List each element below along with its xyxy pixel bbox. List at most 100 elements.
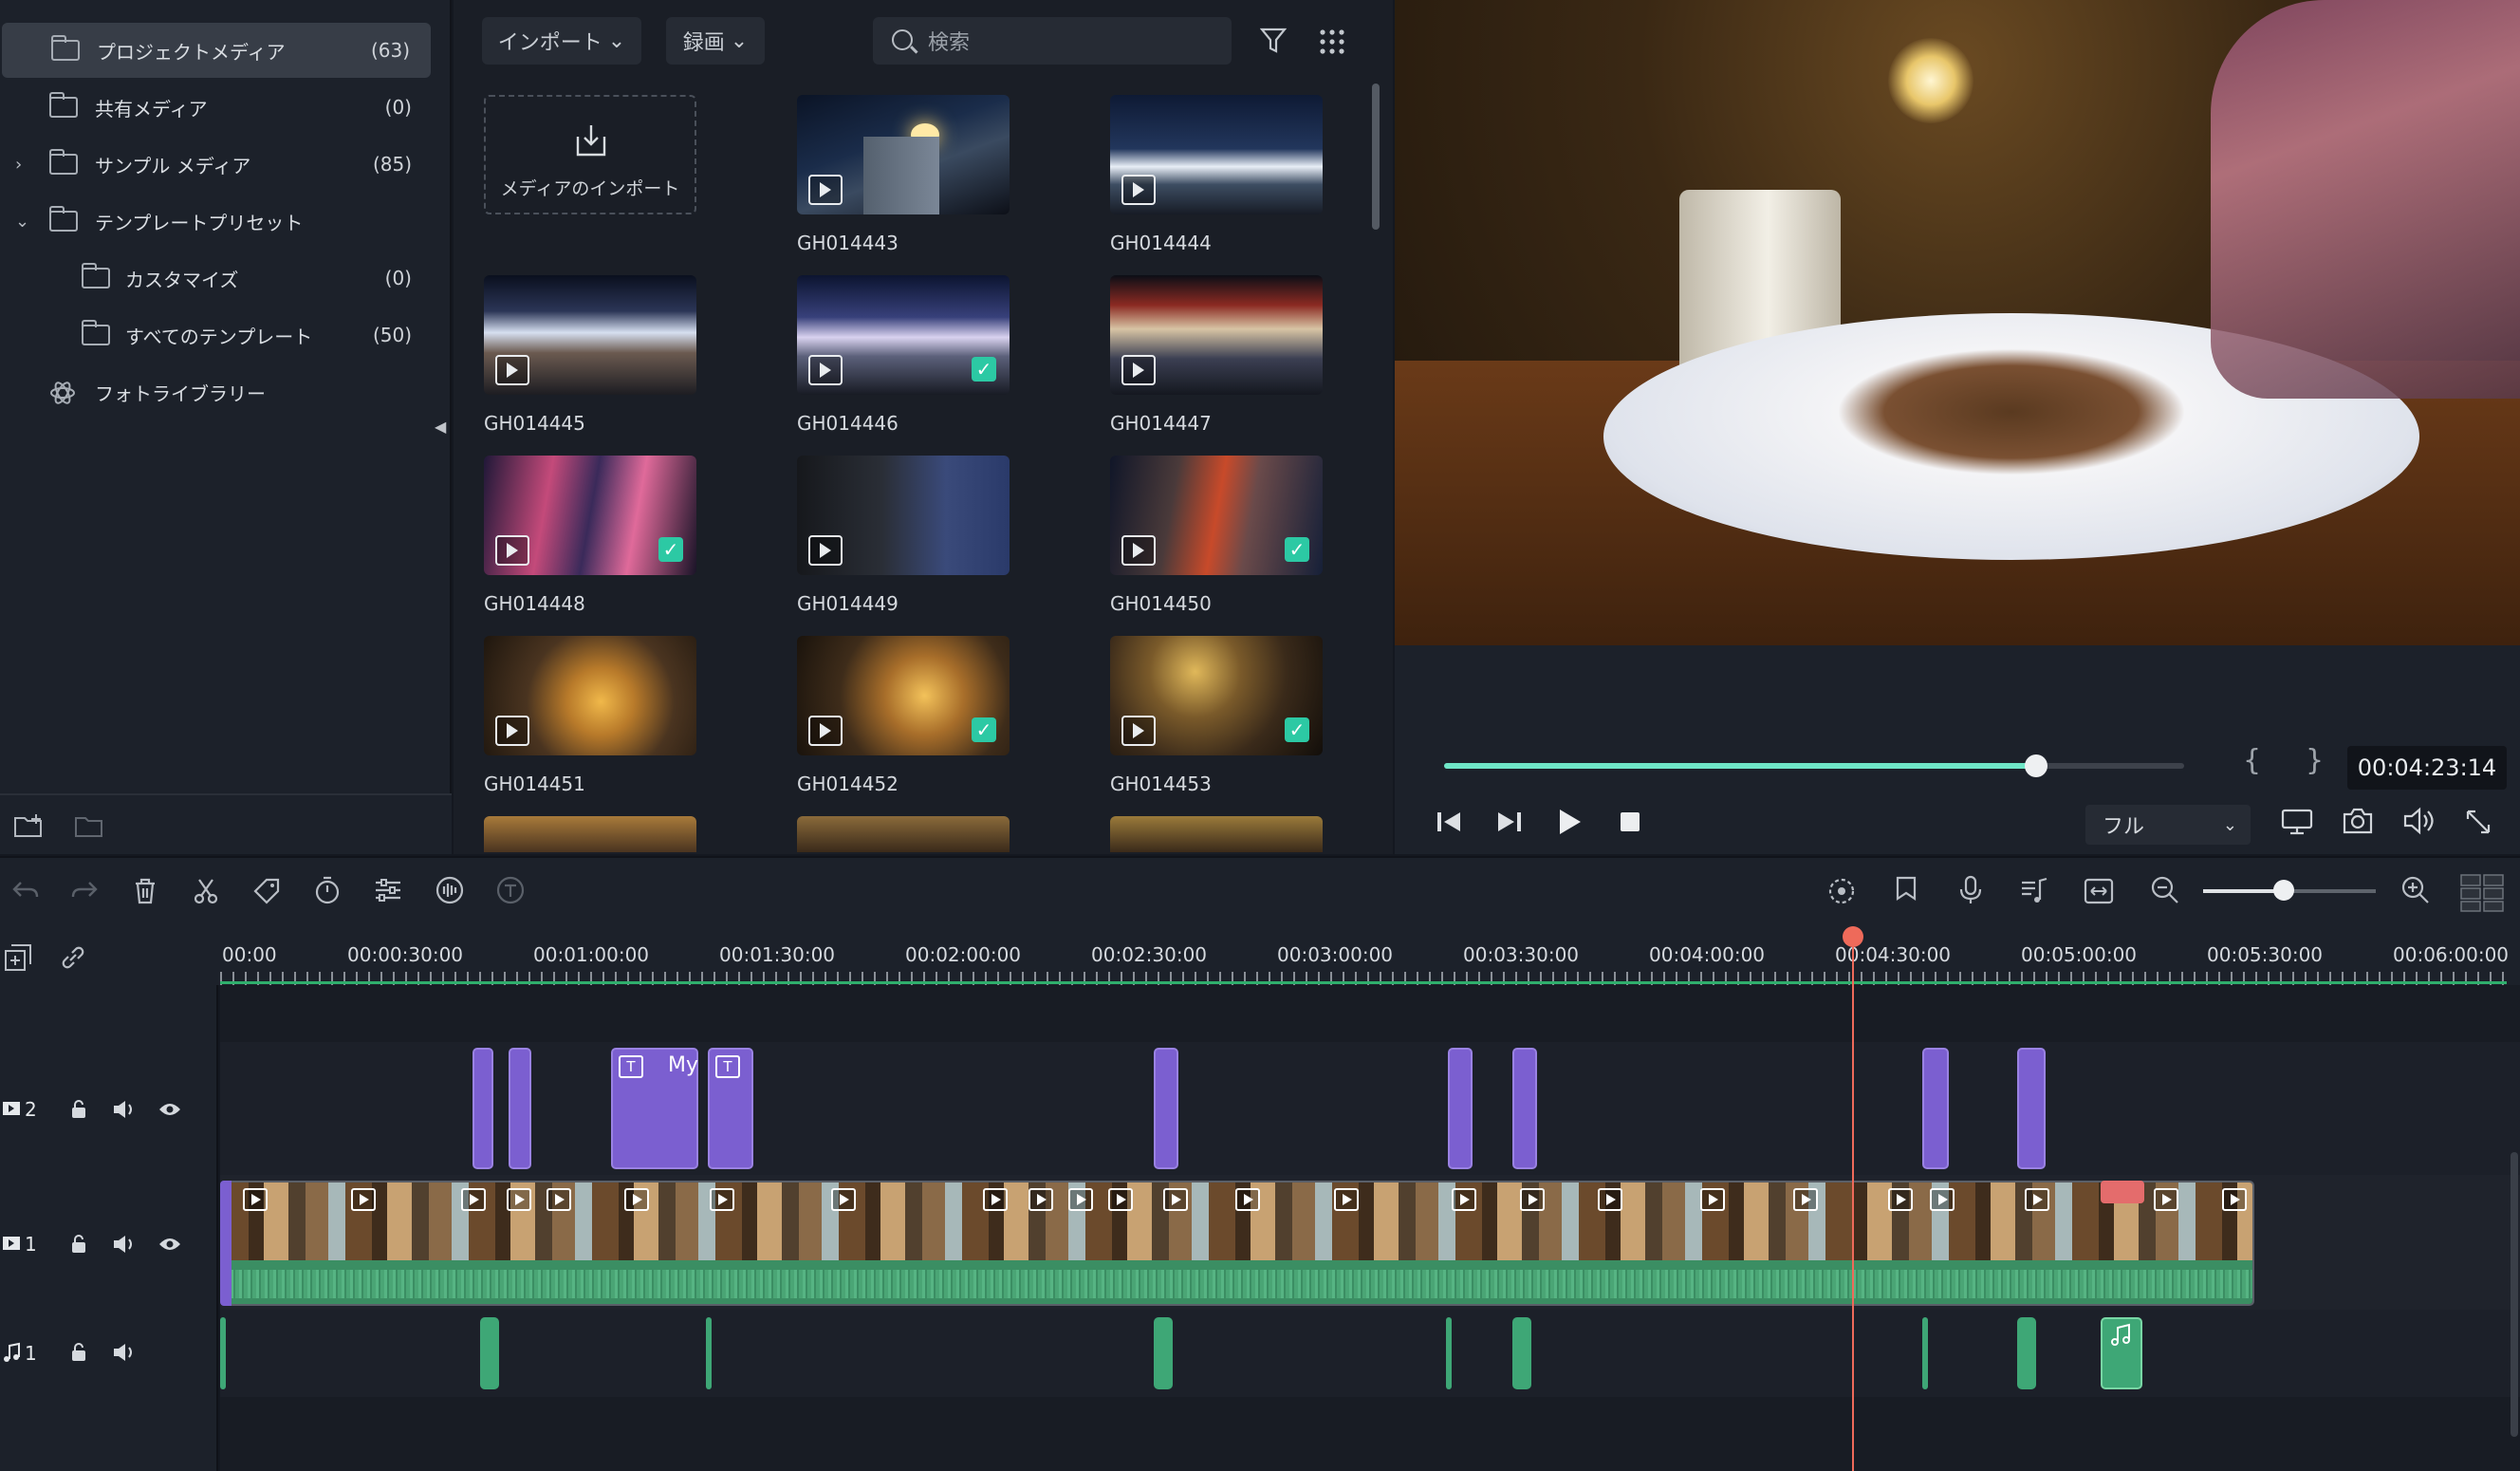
fit-timeline-icon[interactable] bbox=[2084, 877, 2114, 905]
media-tile[interactable]: ✓ bbox=[1110, 456, 1323, 575]
media-tile[interactable]: ✓ bbox=[797, 275, 1010, 395]
zoom-slider-handle[interactable] bbox=[2273, 880, 2294, 901]
media-tile[interactable]: ✓ bbox=[1110, 636, 1323, 755]
tag-icon[interactable] bbox=[252, 877, 281, 905]
import-dropdown[interactable]: インポート ⌄ bbox=[482, 17, 641, 65]
audio-clip[interactable] bbox=[1154, 1317, 1173, 1389]
mark-out-button[interactable]: } bbox=[2306, 744, 2324, 777]
speed-timer-icon[interactable] bbox=[313, 875, 342, 905]
speaker-icon[interactable] bbox=[112, 1234, 137, 1255]
speaker-icon[interactable] bbox=[112, 1342, 137, 1363]
lock-icon[interactable] bbox=[70, 1342, 87, 1363]
tree-item-sample-media[interactable]: › サンプル メディア (85) bbox=[0, 137, 433, 192]
new-folder-icon[interactable] bbox=[13, 812, 46, 839]
grid-view-icon[interactable] bbox=[1319, 28, 1345, 55]
volume-icon[interactable] bbox=[2402, 807, 2435, 835]
media-tile[interactable]: ✓ bbox=[484, 456, 696, 575]
collapse-panel-icon[interactable]: ◀ bbox=[435, 418, 446, 436]
undo-icon[interactable] bbox=[11, 879, 40, 903]
zoom-in-icon[interactable] bbox=[2400, 875, 2431, 905]
media-tile[interactable] bbox=[1110, 275, 1323, 395]
audio-clip[interactable] bbox=[1512, 1317, 1531, 1389]
tree-item-count: (0) bbox=[384, 96, 412, 119]
search-input[interactable]: 検索 bbox=[873, 17, 1232, 65]
adjust-sliders-icon[interactable] bbox=[374, 877, 402, 903]
eye-icon[interactable] bbox=[158, 1101, 182, 1118]
step-forward-icon[interactable] bbox=[1493, 809, 1524, 835]
layout-grid-icon[interactable] bbox=[2459, 873, 2505, 913]
audio-clip[interactable] bbox=[706, 1317, 712, 1389]
preview-viewer[interactable] bbox=[1395, 0, 2520, 645]
media-tile[interactable] bbox=[797, 456, 1010, 575]
audio-clip[interactable] bbox=[220, 1317, 226, 1389]
snapshot-camera-icon[interactable] bbox=[2342, 807, 2374, 835]
split-scissors-icon[interactable] bbox=[192, 877, 220, 905]
play-icon[interactable] bbox=[1556, 807, 1583, 837]
title-clip[interactable] bbox=[1448, 1048, 1473, 1169]
step-back-icon[interactable] bbox=[1435, 809, 1465, 835]
folder-outline-icon[interactable] bbox=[74, 812, 106, 839]
stop-icon[interactable] bbox=[1619, 810, 1641, 833]
playhead-handle[interactable] bbox=[1843, 926, 1863, 947]
import-media-tile[interactable]: メディアのインポート bbox=[484, 95, 696, 214]
audio-clip[interactable] bbox=[1922, 1317, 1928, 1389]
title-clip[interactable] bbox=[1922, 1048, 1949, 1169]
audio-clip[interactable] bbox=[2017, 1317, 2036, 1389]
audio-mix-icon[interactable] bbox=[2019, 875, 2049, 905]
mark-in-button[interactable]: { bbox=[2243, 744, 2261, 777]
title-clip[interactable] bbox=[2017, 1048, 2046, 1169]
media-tile[interactable] bbox=[797, 95, 1010, 214]
record-dropdown[interactable]: 録画 ⌄ bbox=[666, 17, 765, 65]
tree-item-customize[interactable]: カスタマイズ (0) bbox=[0, 251, 433, 306]
title-clip[interactable] bbox=[1154, 1048, 1178, 1169]
chevron-right-icon[interactable]: › bbox=[15, 155, 22, 175]
chevron-down-icon[interactable]: ⌄ bbox=[15, 212, 29, 232]
title-clip[interactable]: T My bbox=[611, 1048, 698, 1169]
media-tile[interactable] bbox=[484, 275, 696, 395]
title-clip[interactable] bbox=[472, 1048, 493, 1169]
speaker-icon[interactable] bbox=[112, 1099, 137, 1120]
audio-clip[interactable] bbox=[480, 1317, 499, 1389]
selected-clip-marker[interactable] bbox=[2101, 1181, 2144, 1203]
tree-item-photo-library[interactable]: フォトライブラリー bbox=[0, 364, 433, 419]
lock-icon[interactable] bbox=[70, 1234, 87, 1255]
marker-icon[interactable] bbox=[1894, 875, 1918, 905]
audio-wave-icon[interactable] bbox=[435, 875, 465, 905]
timeline-vertical-scrollbar[interactable] bbox=[2511, 1152, 2518, 1437]
ruler-label: 00:03:30:00 bbox=[1463, 943, 1580, 966]
media-tile[interactable] bbox=[1110, 816, 1323, 852]
link-icon[interactable] bbox=[59, 943, 87, 972]
quality-dropdown[interactable]: フル ⌄ bbox=[2085, 805, 2251, 845]
tree-item-template-presets[interactable]: ⌄ テンプレートプリセット bbox=[0, 194, 433, 249]
tree-item-shared-media[interactable]: 共有メディア (0) bbox=[0, 80, 433, 135]
microphone-icon[interactable] bbox=[1958, 875, 1983, 905]
media-tile[interactable]: ✓ bbox=[797, 636, 1010, 755]
fullscreen-icon[interactable] bbox=[2465, 809, 2492, 835]
media-scrollbar[interactable] bbox=[1372, 84, 1380, 230]
scrubber-handle[interactable] bbox=[2025, 754, 2048, 777]
tree-item-all-templates[interactable]: すべてのテンプレート (50) bbox=[0, 307, 433, 363]
title-clip[interactable]: T bbox=[708, 1048, 753, 1169]
media-tree-panel: プロジェクトメディア (63) 共有メディア (0) › サンプル メディア (… bbox=[0, 0, 452, 854]
title-clip[interactable] bbox=[1512, 1048, 1537, 1169]
eye-icon[interactable] bbox=[158, 1236, 182, 1253]
redo-icon[interactable] bbox=[70, 879, 99, 903]
lock-icon[interactable] bbox=[70, 1099, 87, 1120]
tree-item-project-media[interactable]: プロジェクトメディア (63) bbox=[2, 23, 431, 78]
text-to-speech-icon[interactable] bbox=[495, 875, 526, 905]
playhead-line[interactable] bbox=[1852, 934, 1854, 1471]
audio-clip[interactable] bbox=[1446, 1317, 1452, 1389]
add-track-icon[interactable] bbox=[4, 943, 32, 972]
display-icon[interactable] bbox=[2281, 809, 2313, 835]
zoom-out-icon[interactable] bbox=[2150, 875, 2180, 905]
media-tile[interactable] bbox=[484, 816, 696, 852]
music-clip[interactable] bbox=[2101, 1317, 2142, 1389]
media-tile[interactable] bbox=[797, 816, 1010, 852]
render-preview-icon[interactable] bbox=[1827, 877, 1856, 905]
title-clip[interactable] bbox=[509, 1048, 531, 1169]
delete-icon[interactable] bbox=[133, 877, 158, 905]
media-tile[interactable] bbox=[484, 636, 696, 755]
clip-trim-handle[interactable] bbox=[220, 1181, 232, 1306]
media-tile[interactable] bbox=[1110, 95, 1323, 214]
filter-icon[interactable] bbox=[1260, 27, 1287, 55]
